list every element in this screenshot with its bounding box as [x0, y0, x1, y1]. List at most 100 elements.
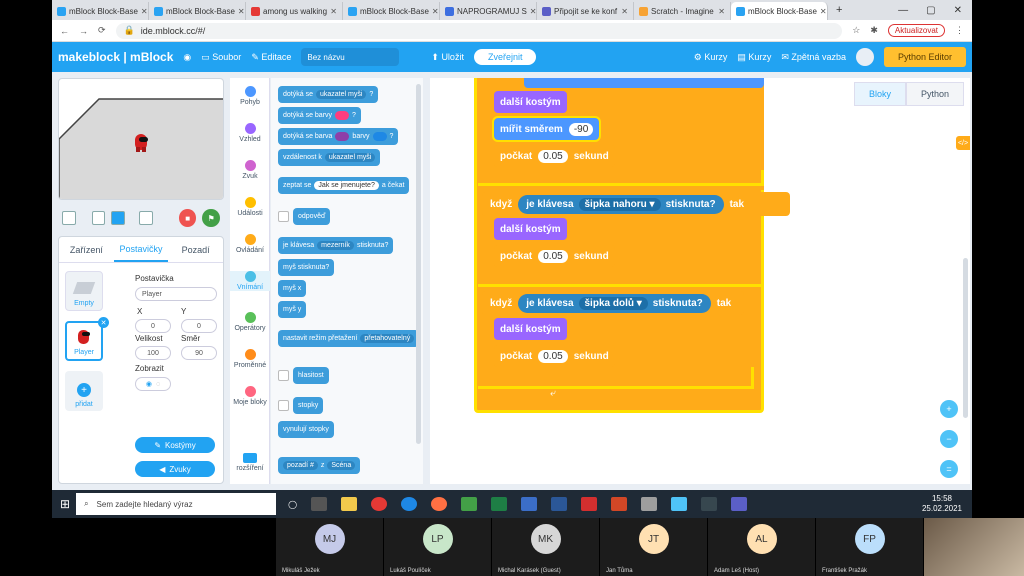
app-icon-green[interactable] [461, 497, 478, 511]
maximize-icon[interactable]: ▢ [926, 5, 935, 16]
participant-tile[interactable]: MK Michal Karásek (Guest) [492, 518, 600, 576]
firefox-icon[interactable] [431, 497, 448, 511]
tab-close-icon[interactable]: ✕ [820, 7, 827, 16]
if-down-arrow-block[interactable]: když je klávesa šipka dolů ▾ stisknuta? ta… [482, 291, 744, 315]
star-icon[interactable]: ☆ [852, 25, 860, 36]
back-icon[interactable]: ← [60, 26, 69, 36]
key-down-dropdown[interactable]: šipka dolů ▾ [578, 296, 648, 310]
script-scrollbar[interactable] [963, 258, 968, 418]
taskbar-search[interactable]: ⌕ Sem zadejte hledaný výraz [76, 493, 277, 515]
visibility-toggle[interactable]: ◉ ◌ [135, 377, 171, 391]
close-icon[interactable]: ✕ [954, 5, 962, 16]
category-3[interactable]: Zvuk [230, 160, 270, 180]
player-sprite-icon[interactable] [133, 131, 151, 153]
large-stage-icon[interactable] [111, 211, 126, 225]
if-up-arrow-block[interactable]: když je klávesa šipka nahoru ▾ stisknuta? … [482, 192, 790, 216]
file-menu[interactable]: ▭ Soubor [201, 52, 241, 63]
eye-hidden-icon[interactable]: ◌ [156, 381, 160, 388]
tab-close-icon[interactable]: ✕ [718, 7, 725, 16]
green-flag-button[interactable]: ⚑ [202, 209, 221, 227]
block-color-touching[interactable]: dotýká se barva barvy? [278, 128, 399, 145]
tab-backdrops[interactable]: Pozadí [168, 237, 223, 262]
chrome-icon[interactable] [371, 497, 388, 511]
answer-checkbox[interactable] [278, 211, 289, 222]
browser-tab[interactable]: mBlock Block-Base ✕ [343, 2, 440, 20]
next-costume-block-1[interactable]: další kostým [494, 91, 567, 113]
size-input[interactable]: 100 [135, 346, 171, 360]
color-swatch-purple[interactable] [335, 132, 350, 141]
block-mouse-x[interactable]: myš x [278, 280, 307, 297]
tab-close-icon[interactable]: ✕ [238, 7, 245, 16]
participant-tile[interactable]: JT Jan Tůma [600, 518, 708, 576]
add-sprite-button[interactable]: + přidat [65, 371, 103, 411]
app-icon-red[interactable] [581, 497, 598, 511]
extensions-icon[interactable]: ✱ [870, 25, 878, 36]
palette-scrollbar[interactable] [416, 84, 421, 444]
browser-tab[interactable]: mBlock Block-Base ✕ [52, 2, 149, 20]
tab-close-icon[interactable]: ✕ [432, 7, 439, 16]
avatar[interactable] [855, 48, 874, 66]
block-drag-mode[interactable]: nastavit režim přetažení přetahovatelný [278, 330, 420, 347]
color-swatch-blue[interactable] [372, 132, 387, 141]
excel-icon[interactable] [491, 497, 508, 511]
participant-tile[interactable]: FP František Pražák [816, 518, 924, 576]
windows-start-icon[interactable]: ⊞ [60, 497, 70, 511]
app-icon-blue[interactable] [521, 497, 538, 511]
reload-icon[interactable]: ⟳ [98, 25, 106, 36]
category-5[interactable]: Ovládání [230, 234, 270, 254]
update-button[interactable]: Aktualizovat [887, 24, 945, 37]
fullscreen-icon[interactable] [62, 211, 76, 225]
app-icon-1[interactable] [311, 497, 328, 511]
next-costume-block-3[interactable]: další kostým [494, 318, 567, 340]
costumes-button[interactable]: ✎ Kostýmy [135, 437, 215, 453]
tab-blocks[interactable]: Bloky [853, 82, 906, 106]
browser-tab[interactable]: Scratch - Imagine ✕ [634, 2, 731, 20]
block-loudness[interactable]: hlasitost [293, 367, 329, 384]
stop-button[interactable]: ■ [178, 209, 197, 227]
block-touching-color[interactable]: dotýká se barvy? [278, 107, 361, 124]
block-reset-timer[interactable]: vynulují stopky [278, 421, 334, 438]
tab-sprites[interactable]: Postavičky [113, 237, 169, 262]
browser-tab[interactable]: NAPROGRAMUJ S ✕ [440, 2, 537, 20]
courses-button-1[interactable]: ⚙ Kurzy [694, 52, 728, 63]
tab-close-icon[interactable]: ✕ [330, 7, 337, 16]
code-toggle-icon[interactable]: </> [956, 136, 970, 150]
zoom-reset-icon[interactable]: = [940, 460, 958, 478]
y-input[interactable]: 0 [181, 319, 217, 333]
tab-devices[interactable]: Zařízení [59, 237, 114, 262]
participant-tile[interactable]: AL Adam Leš (Host) [708, 518, 816, 576]
loudness-checkbox[interactable] [278, 370, 289, 381]
block-touching-pointer[interactable]: dotýká se ukazatel myši? [278, 86, 379, 103]
browser-tab[interactable]: mBlock Block-Base ✕ [731, 2, 828, 20]
stage-canvas[interactable] [58, 78, 224, 200]
menu-dots-icon[interactable]: ⋮ [955, 25, 964, 36]
zoom-out-icon[interactable]: − [940, 430, 958, 448]
url-field[interactable]: 🔒 ide.mblock.cc/#/ [115, 22, 843, 39]
browser-tab[interactable]: among us walking ✕ [246, 2, 343, 20]
wait-block-2[interactable]: počkat 0.05 sekund [494, 245, 615, 267]
zoom-in-icon[interactable]: + [940, 400, 958, 418]
tab-close-icon[interactable]: ✕ [141, 7, 148, 16]
timer-checkbox[interactable] [278, 400, 289, 411]
app-icon-shield[interactable] [671, 497, 688, 511]
window-controls[interactable]: — ▢ ✕ [888, 5, 972, 16]
powerpoint-icon[interactable] [611, 497, 628, 511]
save-button[interactable]: ⬆ Uložit [431, 52, 464, 63]
block-ask[interactable]: zeptat se Jak se jmenujete? a čekat [278, 177, 410, 194]
x-input[interactable]: 0 [135, 319, 171, 333]
courses-button-2[interactable]: ▤ Kurzy [737, 52, 771, 63]
browser-tab[interactable]: mBlock Block-Base ✕ [149, 2, 246, 20]
small-stage-icon[interactable] [91, 211, 106, 225]
grid-icon[interactable] [139, 211, 153, 225]
edge-icon[interactable] [401, 497, 418, 511]
block-mouse-y[interactable]: myš y [278, 301, 307, 318]
sprite-player[interactable]: Player [65, 321, 103, 361]
word-icon[interactable] [551, 497, 568, 511]
participant-tile[interactable]: MJ Mikuláš Ježek [276, 518, 384, 576]
publish-button[interactable]: Zveřejnit [473, 49, 537, 65]
minimize-icon[interactable]: — [898, 5, 908, 16]
taskbar-clock[interactable]: 15:58 25.02.2021 [922, 494, 962, 514]
key-up-condition[interactable]: je klávesa šipka nahoru ▾ stisknuta? [518, 194, 724, 214]
block-mouse-down[interactable]: myš stisknuta? [278, 259, 335, 276]
app-icon-dark[interactable] [701, 497, 718, 511]
